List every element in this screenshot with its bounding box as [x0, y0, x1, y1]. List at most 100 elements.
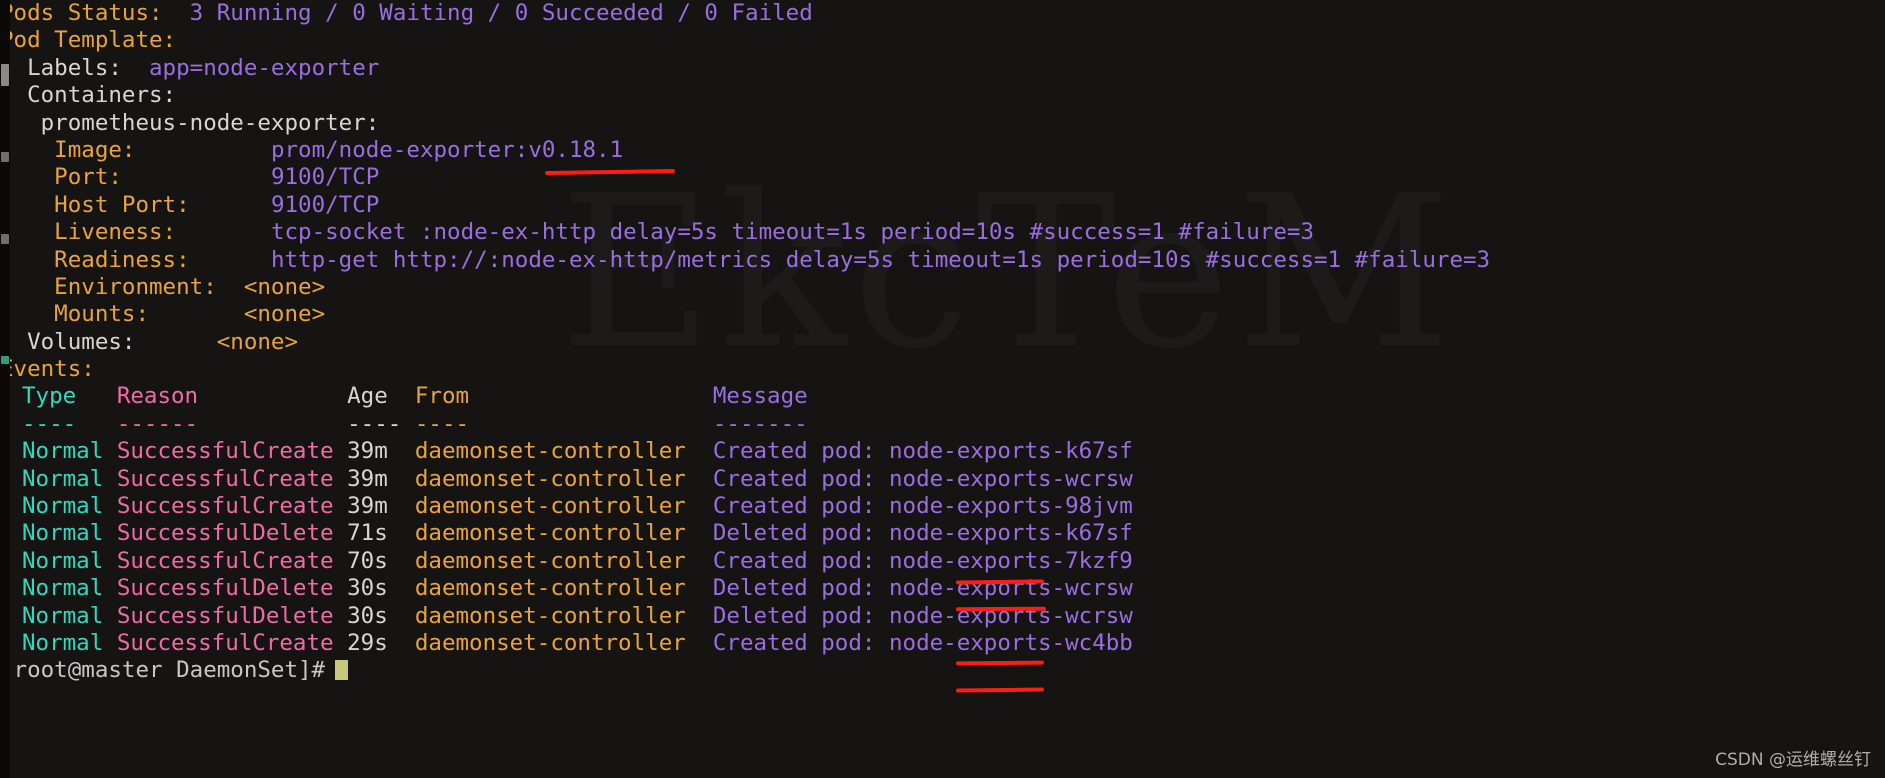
shell-prompt: [root@master DaemonSet]#	[0, 657, 326, 684]
events-table-row: Normal SuccessfulCreate 39m daemonset-co…	[0, 493, 1885, 520]
event-age: 30s	[347, 575, 415, 602]
labels-value: app=node-exporter	[149, 54, 380, 81]
event-age: 39m	[347, 438, 415, 465]
terminal-screen: EkcTeM Pods Status: 3 Running / 0 Waitin…	[0, 0, 1885, 778]
event-type: Normal	[22, 520, 117, 547]
event-message-rest: pod: node-exports-98jvm	[807, 493, 1133, 520]
event-from: daemonset-controller	[414, 493, 713, 520]
events-col-dashes-age: ----	[347, 410, 415, 437]
events-col-header-from: From	[414, 383, 713, 410]
events-table-row: Normal SuccessfulCreate 70s daemonset-co…	[0, 548, 1885, 575]
event-message-verb: Created	[712, 438, 808, 465]
line-events-label: Events:	[0, 356, 1885, 383]
event-reason: SuccessfulCreate	[116, 465, 348, 492]
line-container-field: Host Port: 9100/TCP	[0, 192, 1885, 219]
events-col-header-reason: Reason	[116, 383, 348, 410]
line-volumes: Volumes: <none>	[0, 329, 1885, 356]
events-table-row: Normal SuccessfulDelete 30s daemonset-co…	[0, 603, 1885, 630]
line-containers: Containers:	[0, 82, 1885, 109]
text-cursor	[335, 660, 349, 681]
event-message-rest: pod: node-exports-k67sf	[807, 438, 1133, 465]
event-reason: SuccessfulDelete	[116, 602, 348, 629]
events-table-rows: Normal SuccessfulCreate 39m daemonset-co…	[0, 438, 1885, 657]
events-table-header: Type Reason Age From Message	[0, 383, 1885, 410]
line-container-field: Liveness: tcp-socket :node-ex-http delay…	[0, 219, 1885, 246]
volumes-key: Volumes:	[0, 328, 217, 355]
events-col-dashes-from: ----	[414, 410, 713, 437]
containers-label: Containers:	[0, 82, 177, 109]
event-from: daemonset-controller	[414, 438, 713, 465]
event-message-rest: pod: node-exports-wcrsw	[807, 575, 1133, 602]
sidebar-indicator-3	[1, 234, 9, 244]
event-age: 39m	[347, 493, 415, 520]
event-message-rest: pod: node-exports-7kzf9	[807, 547, 1133, 574]
event-message-verb: Created	[712, 493, 808, 520]
line-labels: Labels: app=node-exporter	[0, 55, 1885, 82]
event-type: Normal	[22, 493, 117, 520]
event-message-verb: Created	[712, 465, 808, 492]
line-pod-template: Pod Template:	[0, 27, 1885, 54]
field-key: Readiness:	[0, 246, 271, 273]
event-reason: SuccessfulCreate	[116, 629, 348, 656]
field-value: 9100/TCP	[270, 191, 380, 218]
event-type: Normal	[22, 547, 117, 574]
field-key: Environment:	[0, 273, 244, 300]
line-container-field: Mounts: <none>	[0, 301, 1885, 328]
event-type: Normal	[22, 438, 117, 465]
events-table-dashes: ---- ------ ---- ---- -------	[0, 411, 1885, 438]
field-value: 9100/TCP	[270, 164, 380, 191]
pods-status-label: Pods Status:	[0, 0, 163, 26]
field-value: <none>	[243, 301, 326, 328]
event-from: daemonset-controller	[414, 520, 713, 547]
events-col-dashes-type: ----	[22, 410, 117, 437]
events-col-header-message: Message	[712, 383, 808, 410]
events-label: Events:	[0, 356, 95, 383]
volumes-value: <none>	[216, 328, 299, 355]
field-value: <none>	[243, 273, 326, 300]
line-pods-status: Pods Status: 3 Running / 0 Waiting / 0 S…	[0, 0, 1885, 27]
event-age: 70s	[347, 547, 415, 574]
container-name: prometheus-node-exporter:	[0, 109, 380, 136]
event-message-rest: pod: node-exports-k67sf	[807, 520, 1133, 547]
pods-status-value: 3 Running / 0 Waiting / 0 Succeeded / 0 …	[162, 0, 813, 26]
events-table-row: Normal SuccessfulCreate 39m daemonset-co…	[0, 438, 1885, 465]
sidebar-indicator-1	[1, 64, 9, 86]
events-table-row: Normal SuccessfulDelete 30s daemonset-co…	[0, 575, 1885, 602]
event-from: daemonset-controller	[414, 575, 713, 602]
event-message-verb: Deleted	[712, 575, 808, 602]
events-table-row: Normal SuccessfulCreate 39m daemonset-co…	[0, 466, 1885, 493]
events-col-header-type: Type	[22, 383, 117, 410]
event-reason: SuccessfulCreate	[116, 493, 348, 520]
events-table-row: Normal SuccessfulDelete 71s daemonset-co…	[0, 520, 1885, 547]
line-container-field: Image: prom/node-exporter:v0.18.1	[0, 137, 1885, 164]
sidebar-indicator-4	[1, 356, 9, 364]
window-left-strip	[0, 0, 10, 778]
event-message-verb: Deleted	[712, 520, 808, 547]
sidebar-indicator-2	[1, 152, 9, 162]
event-type: Normal	[22, 465, 117, 492]
line-shell-prompt[interactable]: [root@master DaemonSet]#	[0, 657, 1885, 684]
event-age: 29s	[347, 629, 415, 656]
event-type: Normal	[22, 602, 117, 629]
field-key: Port:	[0, 164, 271, 191]
field-key: Liveness:	[0, 219, 271, 246]
labels-key: Labels:	[0, 54, 150, 81]
event-reason: SuccessfulDelete	[116, 575, 348, 602]
event-message-verb: Deleted	[712, 602, 808, 629]
events-col-header-age: Age	[347, 383, 415, 410]
event-reason: SuccessfulCreate	[116, 438, 348, 465]
field-value: http-get http://:node-ex-http/metrics de…	[270, 246, 1491, 273]
event-reason: SuccessfulDelete	[116, 520, 348, 547]
line-container-field: Readiness: http-get http://:node-ex-http…	[0, 247, 1885, 274]
events-table-row: Normal SuccessfulCreate 29s daemonset-co…	[0, 630, 1885, 657]
terminal-output[interactable]: Pods Status: 3 Running / 0 Waiting / 0 S…	[0, 0, 1885, 778]
event-age: 30s	[347, 602, 415, 629]
container-field-lines: Image: prom/node-exporter:v0.18.1 Port: …	[0, 137, 1885, 329]
csdn-watermark: CSDN @运维螺丝钉	[1715, 750, 1871, 770]
event-message-rest: pod: node-exports-wc4bb	[807, 629, 1133, 656]
event-type: Normal	[22, 629, 117, 656]
event-from: daemonset-controller	[414, 547, 713, 574]
event-from: daemonset-controller	[414, 465, 713, 492]
line-container-field: Port: 9100/TCP	[0, 164, 1885, 191]
event-age: 39m	[347, 465, 415, 492]
